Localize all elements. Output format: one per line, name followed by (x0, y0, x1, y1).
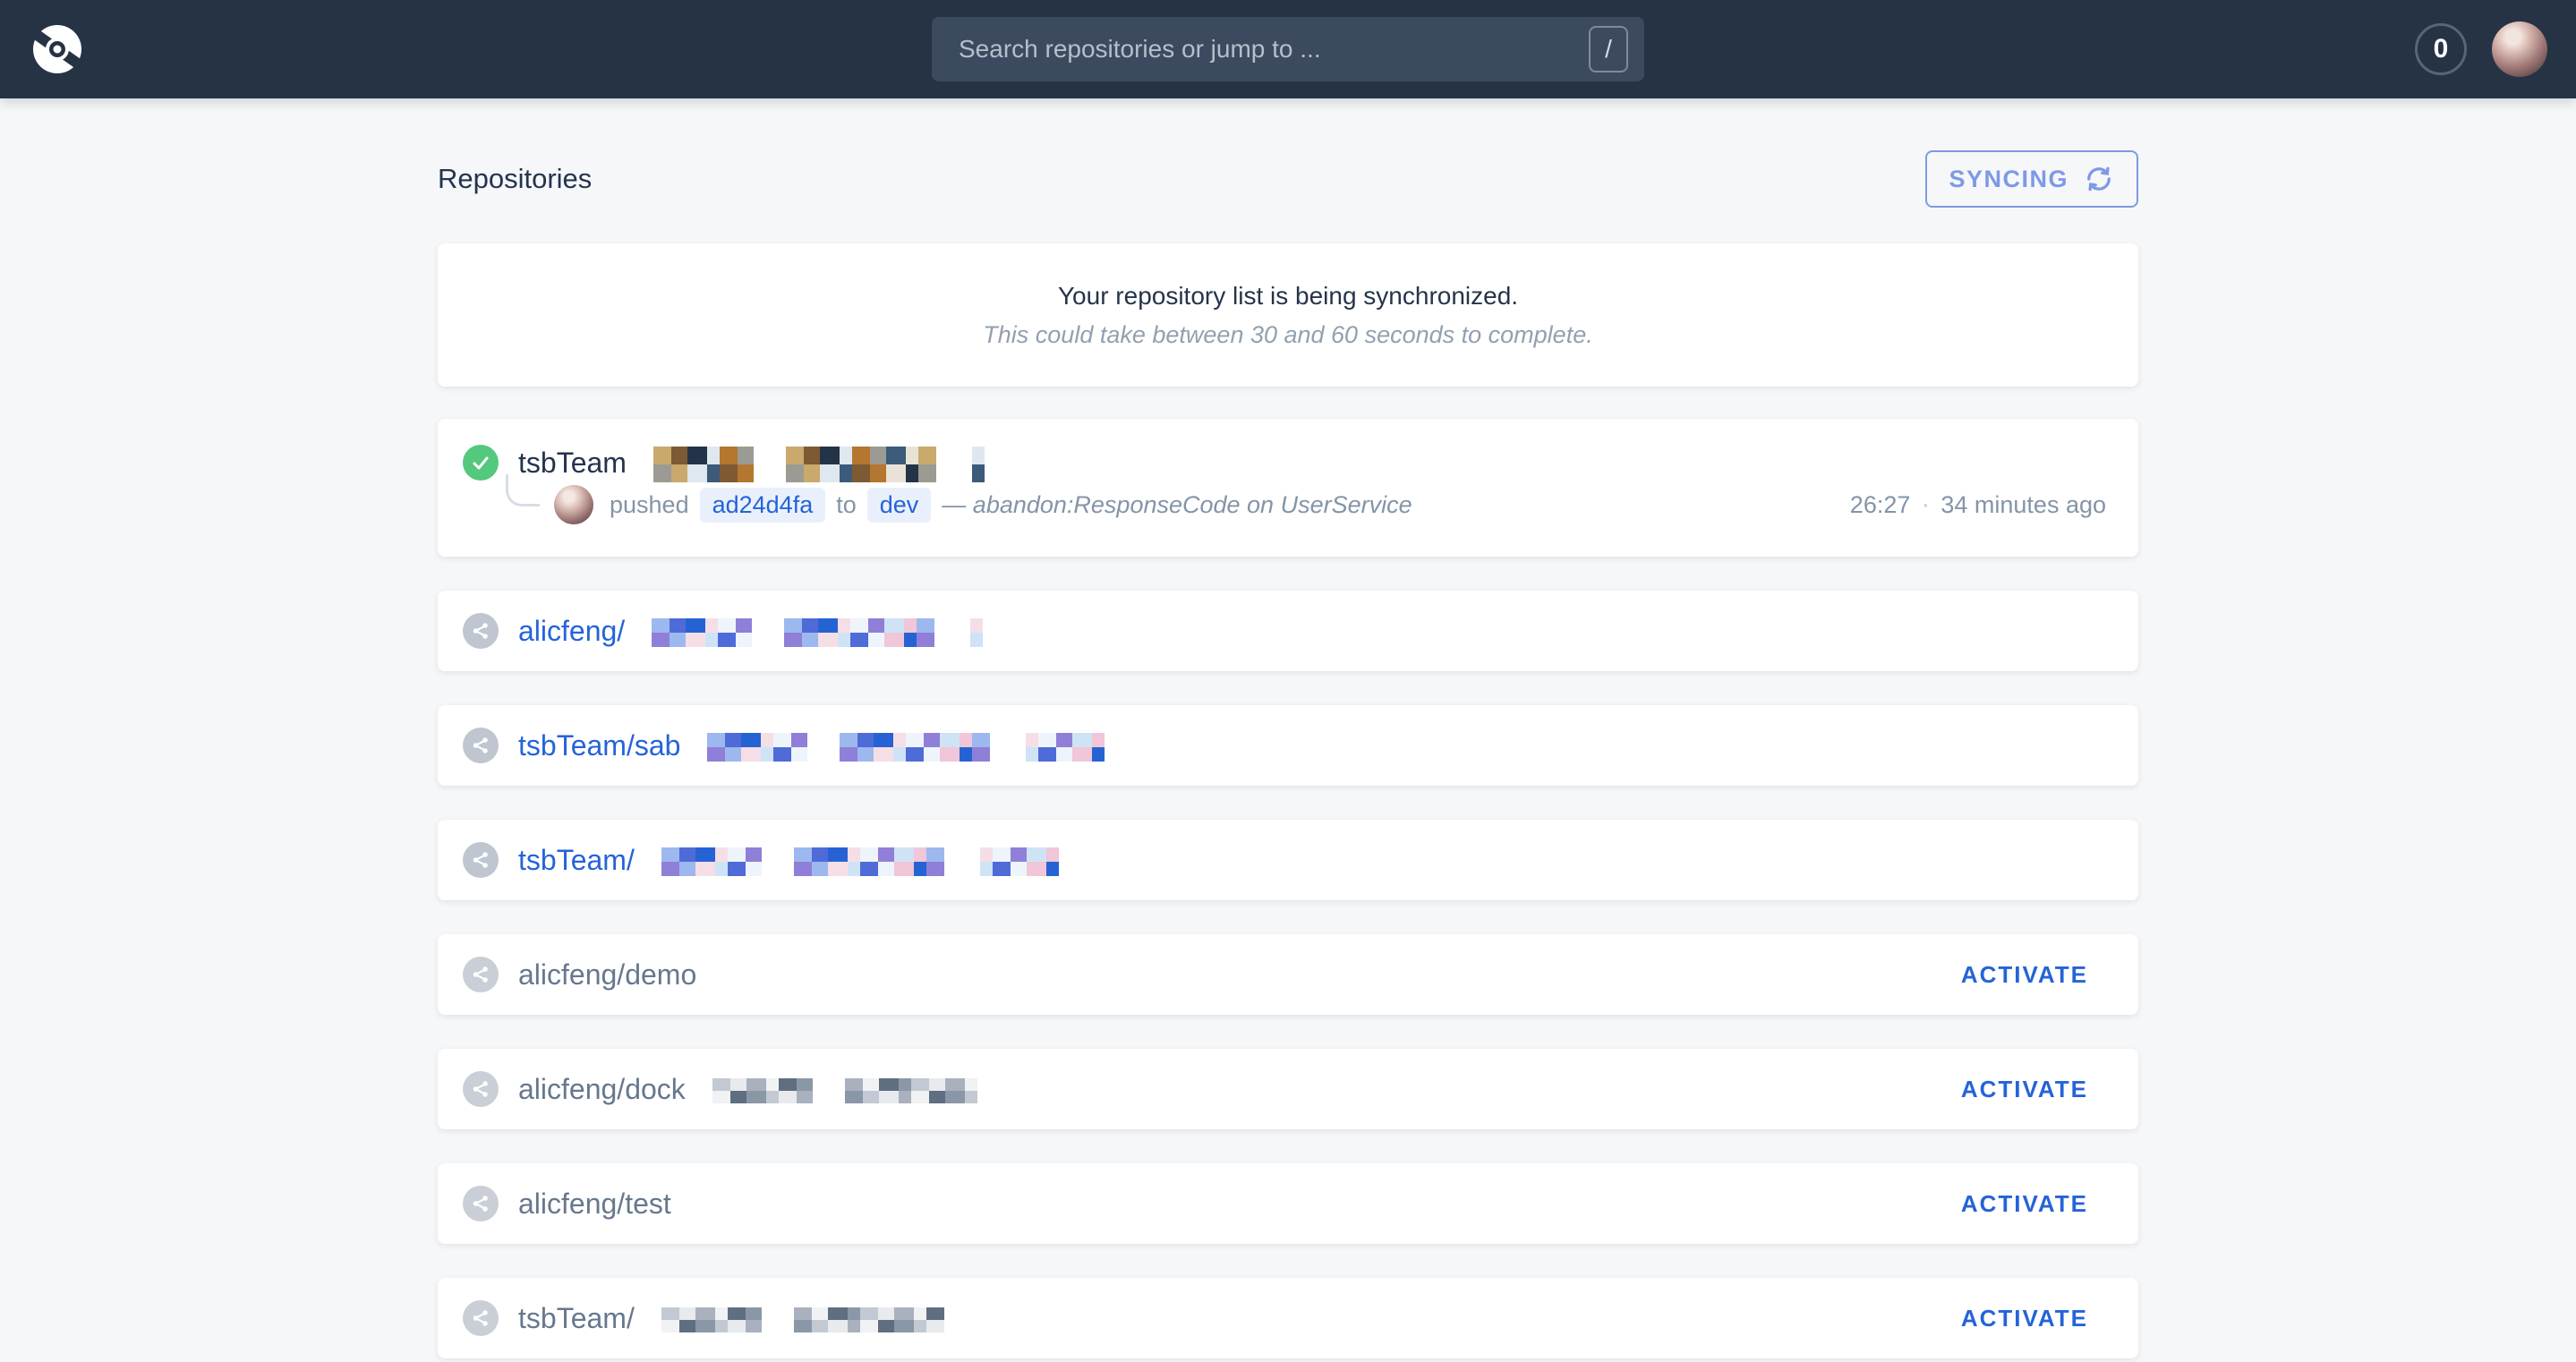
branch-chip[interactable]: dev (867, 488, 932, 523)
repo-row[interactable]: alicfeng/ (438, 591, 2138, 671)
sync-notice-card: Your repository list is being synchroniz… (438, 243, 2138, 387)
syncing-button[interactable]: SYNCING (1925, 150, 2138, 208)
repo-name[interactable]: tsbTeam/ (518, 844, 635, 877)
repo-name: alicfeng/test (518, 1187, 671, 1221)
commit-message: — abandon:ResponseCode on UserService (942, 491, 1412, 519)
build-preposition: to (836, 491, 857, 519)
sync-notice-subtitle: This could take between 30 and 60 second… (983, 321, 1592, 349)
activate-button[interactable]: ACTIVATE (1956, 1075, 2094, 1104)
share-icon (463, 1300, 499, 1336)
notification-count-badge[interactable]: 0 (2415, 23, 2467, 75)
page-container: Repositories SYNCING Your repository lis… (438, 98, 2138, 1358)
build-success-icon (463, 445, 499, 481)
global-search: / (932, 17, 1644, 81)
sync-notice-title: Your repository list is being synchroniz… (1058, 282, 1518, 311)
redacted-repo-name (661, 1307, 944, 1332)
build-time-group: 26:27 · 34 minutes ago (1850, 489, 2106, 520)
committer-avatar (554, 485, 593, 524)
repo-card-built[interactable]: tsbTeam pushed ad24d4fa to dev — abandon… (438, 419, 2138, 557)
repo-name[interactable]: alicfeng/ (518, 615, 625, 648)
commit-hash-chip[interactable]: ad24d4fa (700, 488, 826, 523)
activate-button[interactable]: ACTIVATE (1956, 1304, 2094, 1333)
redacted-repo-name (653, 447, 985, 482)
repo-name[interactable]: tsbTeam/sab (518, 729, 680, 762)
repo-row: alicfeng/test ACTIVATE (438, 1163, 2138, 1244)
user-avatar[interactable] (2492, 21, 2547, 77)
branch-connector-line (506, 474, 540, 506)
build-action: pushed (610, 491, 689, 519)
repo-row[interactable]: tsbTeam/sab (438, 705, 2138, 786)
top-navigation-bar: / 0 (0, 0, 2576, 98)
redacted-repo-name (652, 618, 983, 647)
redacted-repo-name (661, 847, 1059, 876)
search-input[interactable] (957, 34, 1589, 64)
redacted-repo-name (707, 733, 1105, 762)
redacted-repo-name (712, 1078, 977, 1103)
activate-button[interactable]: ACTIVATE (1956, 1189, 2094, 1219)
share-icon (463, 613, 499, 649)
activate-button[interactable]: ACTIVATE (1956, 960, 2094, 990)
syncing-button-label: SYNCING (1949, 166, 2068, 193)
repo-title-line: tsbTeam (463, 442, 2106, 483)
page-title: Repositories (438, 163, 592, 195)
share-icon (463, 1071, 499, 1107)
build-info-line: pushed ad24d4fa to dev — abandon:Respons… (506, 485, 2106, 524)
repo-name: alicfeng/dock (518, 1073, 686, 1106)
share-icon (463, 728, 499, 763)
repo-name: tsbTeam/ (518, 1302, 635, 1335)
build-time-ago: 34 minutes ago (1941, 491, 2106, 519)
repo-row: tsbTeam/ ACTIVATE (438, 1278, 2138, 1358)
share-icon (463, 842, 499, 878)
drone-logo-icon[interactable] (29, 21, 86, 78)
share-icon (463, 1186, 499, 1222)
search-shortcut-key: / (1589, 26, 1628, 72)
sync-refresh-icon (2083, 163, 2115, 195)
repo-row[interactable]: tsbTeam/ (438, 820, 2138, 900)
page-header: Repositories SYNCING (438, 98, 2138, 206)
dot-separator: · (1921, 489, 1930, 520)
repo-row: alicfeng/dock ACTIVATE (438, 1049, 2138, 1129)
share-icon (463, 957, 499, 992)
topbar-right-group: 0 (2415, 21, 2547, 77)
build-description: pushed ad24d4fa to dev — abandon:Respons… (610, 488, 1412, 523)
build-number: 26:27 (1850, 491, 1911, 519)
repo-name: alicfeng/demo (518, 958, 696, 992)
repo-row: alicfeng/demo ACTIVATE (438, 934, 2138, 1015)
